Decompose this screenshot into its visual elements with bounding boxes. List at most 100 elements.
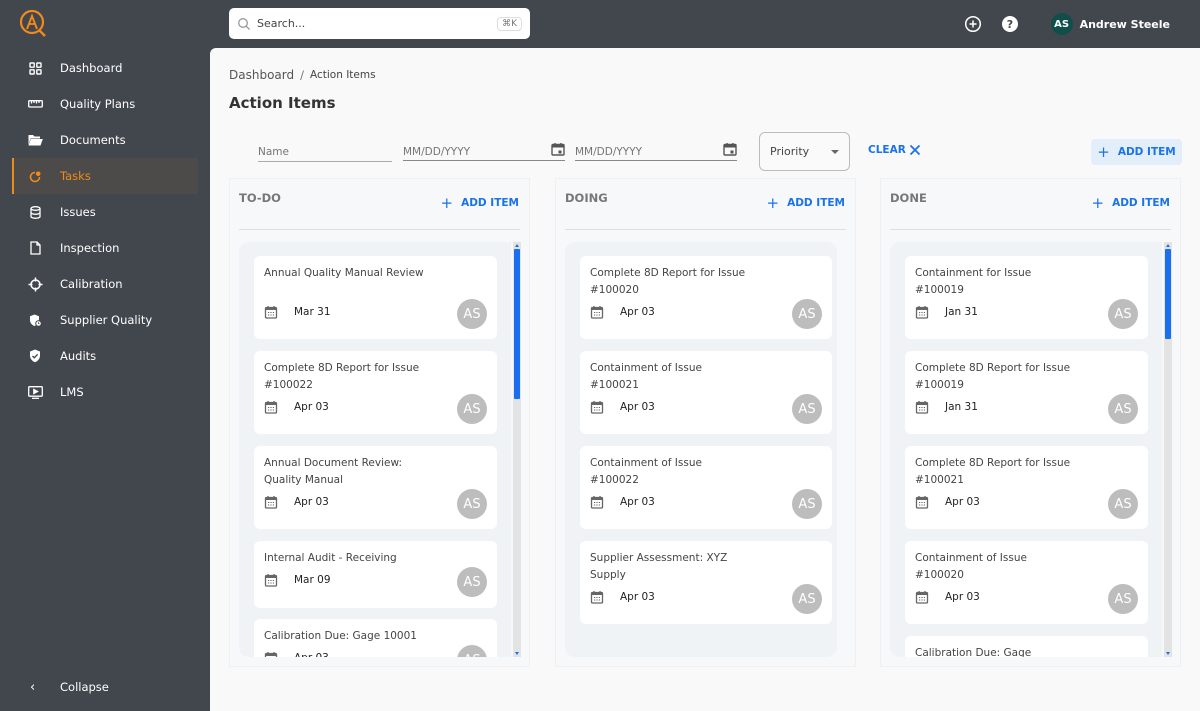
logo-icon[interactable] bbox=[18, 8, 48, 38]
sidebar-item-documents[interactable]: Documents bbox=[0, 122, 210, 158]
task-title: Complete 8D Report for Issue #100022 bbox=[264, 362, 420, 391]
task-card[interactable]: Annual Document Review: Quality Manual Ap… bbox=[254, 446, 497, 529]
task-card[interactable]: Containment of Issue #100021 Apr 03 AS bbox=[580, 351, 832, 434]
task-due-date-text: Apr 03 bbox=[620, 306, 655, 318]
scroll-up-arrow[interactable] bbox=[515, 244, 519, 247]
add-item-label: ADD ITEM bbox=[1117, 146, 1176, 158]
main-content: Dashboard / Action Items Action Items Pr… bbox=[210, 48, 1200, 711]
search-shortcut: ⌘K bbox=[497, 16, 522, 31]
clear-filters-button[interactable]: CLEAR bbox=[868, 144, 921, 156]
task-due-date: Apr 03 bbox=[915, 590, 980, 604]
date-from-input[interactable] bbox=[403, 140, 547, 158]
plus-icon: + bbox=[1097, 143, 1110, 161]
column-add-item-button[interactable]: + ADD ITEM bbox=[767, 194, 845, 212]
sidebar-item-quality-plans[interactable]: Quality Plans bbox=[0, 86, 210, 122]
task-due-date-text: Apr 03 bbox=[294, 496, 329, 508]
shield-check-icon bbox=[26, 347, 44, 365]
task-card[interactable]: Containment of Issue #100020 Apr 03 AS bbox=[905, 541, 1148, 624]
scrollbar-thumb[interactable] bbox=[1165, 249, 1171, 339]
column-add-item-button[interactable]: + ADD ITEM bbox=[1092, 194, 1170, 212]
sidebar-item-lms[interactable]: LMS bbox=[0, 374, 210, 410]
task-due-date-text: Apr 03 bbox=[620, 591, 655, 603]
task-due-date-text: Jan 31 bbox=[945, 401, 978, 413]
task-card[interactable]: Complete 8D Report for Issue #100022 Apr … bbox=[254, 351, 497, 434]
calendar-icon[interactable] bbox=[551, 142, 565, 156]
scroll-down-arrow[interactable] bbox=[1166, 652, 1170, 655]
task-card[interactable]: Containment for Issue #100019 Jan 31 AS bbox=[905, 256, 1148, 339]
user-avatar[interactable]: AS bbox=[1050, 13, 1073, 35]
sidebar-item-label: LMS bbox=[60, 385, 84, 399]
breadcrumb-separator: / bbox=[300, 68, 304, 82]
play-screen-icon bbox=[26, 383, 44, 401]
assignee-avatar: AS bbox=[792, 584, 822, 614]
priority-select[interactable]: Priority bbox=[759, 132, 850, 171]
date-to-input[interactable] bbox=[575, 140, 719, 158]
task-card[interactable]: Annual Quality Manual Review Mar 31 AS bbox=[254, 256, 497, 339]
column-done: DONE + ADD ITEM Containment for Issue #1… bbox=[880, 178, 1181, 667]
column-add-item-label: ADD ITEM bbox=[461, 197, 519, 209]
task-due-date: Mar 31 bbox=[264, 305, 331, 319]
date-from-filter[interactable] bbox=[403, 138, 565, 161]
column-title: TO-DO bbox=[239, 191, 281, 205]
task-title: Calibration Due: Gage bbox=[915, 647, 1032, 657]
plus-icon: + bbox=[1091, 194, 1105, 212]
sidebar: Dashboard Quality Plans Documents Tasks … bbox=[0, 0, 210, 711]
task-title: Containment of Issue #100020 bbox=[915, 552, 1027, 581]
folder-open-icon bbox=[26, 131, 44, 149]
column-add-item-button[interactable]: + ADD ITEM bbox=[441, 194, 519, 212]
scroll-down-arrow[interactable] bbox=[515, 652, 519, 655]
task-due-date-text: Jan 31 bbox=[945, 306, 978, 318]
breadcrumb-dashboard[interactable]: Dashboard bbox=[229, 68, 294, 82]
collapse-button[interactable]: ‹ Collapse bbox=[0, 675, 210, 699]
scrollbar[interactable] bbox=[1164, 242, 1172, 657]
task-due-date: Jan 31 bbox=[915, 400, 978, 414]
task-card[interactable]: Complete 8D Report for Issue #100021 Apr … bbox=[905, 446, 1148, 529]
card-list: Complete 8D Report for Issue #100020 Apr … bbox=[565, 242, 837, 657]
assignee-avatar: AS bbox=[457, 394, 487, 424]
sidebar-item-label: Supplier Quality bbox=[60, 313, 153, 327]
date-to-filter[interactable] bbox=[575, 138, 737, 161]
sidebar-item-tasks[interactable]: Tasks bbox=[12, 158, 198, 194]
calendar-icon bbox=[590, 496, 604, 509]
name-filter-input[interactable] bbox=[258, 141, 392, 158]
column-divider bbox=[565, 229, 846, 230]
task-title: Containment of Issue #100021 bbox=[590, 362, 702, 391]
help-icon[interactable]: ? bbox=[1001, 15, 1019, 33]
scrollbar-thumb[interactable] bbox=[514, 249, 520, 399]
sidebar-item-issues[interactable]: Issues bbox=[0, 194, 210, 230]
task-card[interactable]: Supplier Assessment: XYZ Supply Apr 03 AS bbox=[580, 541, 832, 624]
card-list: Annual Quality Manual Review Mar 31 AS Comp… bbox=[239, 242, 511, 657]
sidebar-item-supplier-quality[interactable]: Supplier Quality bbox=[0, 302, 210, 338]
task-card[interactable]: Calibration Due: GageAS bbox=[905, 636, 1148, 657]
task-title: Complete 8D Report for Issue #100020 bbox=[590, 267, 746, 296]
task-due-date: Apr 03 bbox=[590, 590, 655, 604]
ruler-icon bbox=[26, 95, 44, 113]
add-item-button[interactable]: + ADD ITEM bbox=[1091, 139, 1182, 165]
task-card[interactable]: Complete 8D Report for Issue #100020 Apr … bbox=[580, 256, 832, 339]
task-due-date: Apr 03 bbox=[915, 495, 980, 509]
shield-clock-icon bbox=[26, 311, 44, 329]
user-name[interactable]: Andrew Steele bbox=[1080, 18, 1170, 31]
scrollbar[interactable] bbox=[513, 242, 521, 657]
sidebar-item-label: Calibration bbox=[60, 277, 123, 291]
calendar-icon[interactable] bbox=[723, 142, 737, 156]
search-input[interactable]: Search... ⌘K bbox=[229, 8, 530, 39]
sidebar-item-calibration[interactable]: Calibration bbox=[0, 266, 210, 302]
task-card[interactable]: Containment of Issue #100022 Apr 03 AS bbox=[580, 446, 832, 529]
sidebar-item-dashboard[interactable]: Dashboard bbox=[0, 50, 210, 86]
task-card[interactable]: Complete 8D Report for Issue #100019 Jan … bbox=[905, 351, 1148, 434]
task-card[interactable]: Calibration Due: Gage 10001 Apr 03 AS bbox=[254, 619, 497, 657]
sidebar-item-audits[interactable]: Audits bbox=[0, 338, 210, 374]
task-card[interactable]: Internal Audit - Receiving Mar 09 AS bbox=[254, 541, 497, 608]
calendar-icon bbox=[590, 306, 604, 319]
task-due-date: Apr 03 bbox=[590, 305, 655, 319]
task-due-date: Apr 03 bbox=[590, 495, 655, 509]
sidebar-item-inspection[interactable]: Inspection bbox=[0, 230, 210, 266]
column-title: DONE bbox=[890, 191, 927, 205]
task-due-date: Mar 09 bbox=[264, 573, 331, 587]
name-filter[interactable] bbox=[258, 140, 392, 162]
scroll-up-arrow[interactable] bbox=[1166, 244, 1170, 247]
add-circle-icon[interactable] bbox=[964, 15, 982, 33]
calendar-icon bbox=[264, 306, 278, 319]
calendar-icon bbox=[915, 591, 929, 604]
